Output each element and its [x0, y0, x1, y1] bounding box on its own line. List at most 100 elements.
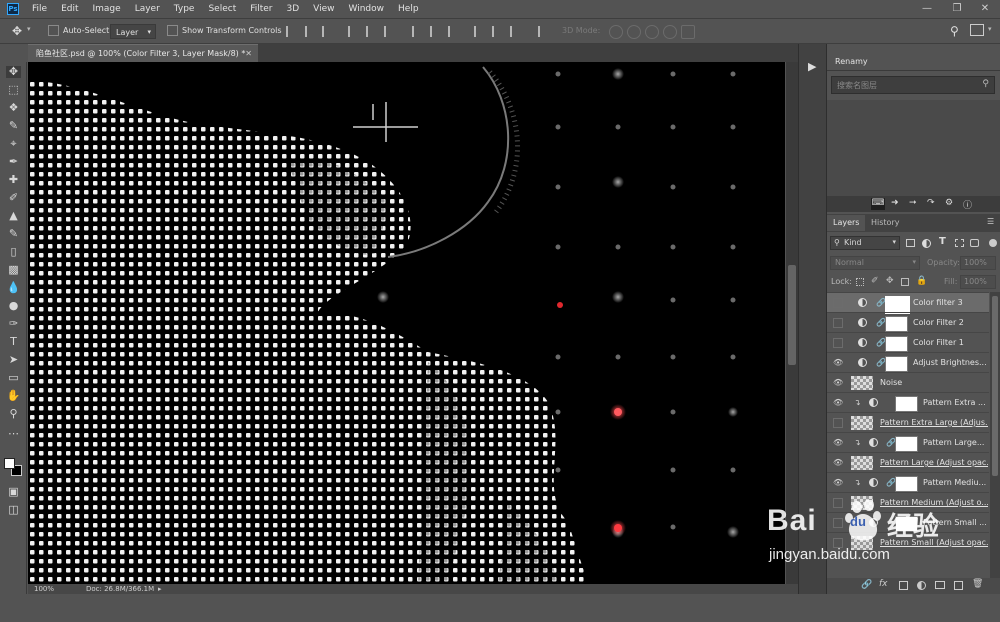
- chevron-down-icon[interactable]: ▾: [988, 25, 992, 33]
- zoom-tool-icon[interactable]: ⚲: [6, 408, 21, 420]
- layer-thumbnail[interactable]: [851, 416, 873, 430]
- layer-mask-thumbnail[interactable]: [885, 336, 908, 352]
- rectangle-tool-icon[interactable]: ▭: [6, 372, 21, 384]
- menu-image[interactable]: Image: [86, 0, 128, 18]
- pen-tool-icon[interactable]: ✑: [6, 318, 21, 330]
- menu-file[interactable]: File: [25, 0, 54, 18]
- screen-mode-icon[interactable]: ◫: [6, 504, 21, 516]
- auto-select-checkbox[interactable]: [48, 25, 59, 36]
- search-icon[interactable]: ⚲: [950, 24, 959, 38]
- 3d-roll-icon[interactable]: [627, 25, 641, 39]
- layer-name[interactable]: Pattern Large (Adjust opac...: [880, 453, 988, 473]
- close-tab-icon[interactable]: ✕: [245, 45, 252, 63]
- layer-row[interactable]: Pattern Extra Large (Adjus...: [827, 412, 989, 433]
- auto-align-icon[interactable]: [538, 26, 550, 37]
- layer-row[interactable]: 👁 Pattern Large (Adjust opac...: [827, 452, 989, 473]
- 3d-pan-icon[interactable]: [645, 25, 659, 39]
- play-icon[interactable]: ▶: [808, 60, 816, 73]
- foreground-color-swatch[interactable]: [4, 458, 15, 469]
- layer-row[interactable]: 👁 ↴ 🔗 Pattern Large...: [827, 432, 989, 453]
- lock-artboard-icon[interactable]: [901, 278, 909, 286]
- menu-help[interactable]: Help: [391, 0, 426, 18]
- eye-icon[interactable]: 👁: [833, 438, 843, 447]
- settings-icon[interactable]: ⚙: [945, 198, 953, 208]
- blend-mode-dropdown[interactable]: Normal ▾: [830, 256, 920, 270]
- distribute-center-icon[interactable]: [430, 26, 442, 37]
- new-adjustment-icon[interactable]: [917, 581, 926, 590]
- clone-stamp-tool-icon[interactable]: ▲: [6, 210, 21, 222]
- brush-tool-icon[interactable]: ✐: [6, 192, 21, 204]
- type-tool-icon[interactable]: T: [6, 336, 21, 348]
- layer-name[interactable]: Pattern Extra ...: [923, 393, 987, 413]
- workspace-icon[interactable]: [970, 24, 984, 36]
- menu-3d[interactable]: 3D: [280, 0, 307, 18]
- distribute-hcenter-icon[interactable]: [492, 26, 504, 37]
- layer-name[interactable]: Pattern Extra Large (Adjus...: [880, 413, 988, 433]
- filter-type-icon[interactable]: T: [939, 236, 946, 247]
- healing-tool-icon[interactable]: ✚: [6, 174, 21, 186]
- distribute-left-icon[interactable]: [474, 26, 486, 37]
- search-icon[interactable]: ⚲: [982, 79, 989, 89]
- menu-window[interactable]: Window: [342, 0, 392, 18]
- quick-mask-icon[interactable]: ▣: [6, 486, 21, 498]
- chevron-down-icon[interactable]: ▾: [27, 25, 31, 33]
- chevron-right-icon[interactable]: ▸: [158, 584, 162, 594]
- arrow-right-icon[interactable]: ➜: [891, 198, 899, 208]
- menu-edit[interactable]: Edit: [54, 0, 85, 18]
- fill-field[interactable]: 100%: [960, 275, 996, 289]
- filter-adjustment-icon[interactable]: [922, 239, 931, 248]
- visibility-toggle[interactable]: [833, 298, 843, 308]
- layer-row[interactable]: 👁 ↴ 🔗 Pattern Mediu...: [827, 472, 989, 493]
- align-right-icon[interactable]: [384, 26, 396, 37]
- document-canvas[interactable]: [28, 62, 785, 584]
- align-bottom-icon[interactable]: [322, 26, 334, 37]
- minimize-icon[interactable]: —: [912, 0, 942, 18]
- layer-row[interactable]: 👁 🔗 Adjust Brightnes...: [827, 352, 989, 373]
- transform-controls-option[interactable]: Show Transform Controls: [167, 25, 282, 37]
- scrollbar-thumb[interactable]: [992, 296, 998, 476]
- align-left-icon[interactable]: [348, 26, 360, 37]
- link-layers-icon[interactable]: 🔗: [861, 580, 872, 590]
- 3d-rotate-icon[interactable]: [609, 25, 623, 39]
- new-group-icon[interactable]: [935, 581, 945, 589]
- crop-tool-icon[interactable]: ⌖: [6, 138, 21, 150]
- add-mask-icon[interactable]: [899, 581, 908, 590]
- layer-name[interactable]: Noise: [880, 373, 980, 393]
- layer-mask-thumbnail[interactable]: [895, 396, 918, 412]
- layer-name[interactable]: Adjust Brightnes...: [913, 353, 987, 373]
- layer-name[interactable]: Pattern Large...: [923, 433, 987, 453]
- distribute-bottom-icon[interactable]: [448, 26, 460, 37]
- menu-type[interactable]: Type: [167, 0, 202, 18]
- layer-mask-thumbnail[interactable]: [885, 316, 908, 332]
- layer-name[interactable]: Color filter 3: [913, 293, 987, 313]
- layer-row[interactable]: 🔗 Color Filter 2: [827, 312, 989, 333]
- move-tool-icon[interactable]: ✥: [12, 24, 22, 38]
- visibility-toggle[interactable]: [833, 418, 843, 428]
- layer-row[interactable]: 👁 ↴ Pattern Extra ...: [827, 392, 989, 413]
- photoshop-logo-icon[interactable]: Ps: [7, 3, 19, 15]
- eraser-tool-icon[interactable]: ▯: [6, 246, 21, 258]
- filter-smart-object-icon[interactable]: [970, 239, 979, 247]
- auto-select-option[interactable]: Auto-Select:: [48, 25, 112, 37]
- eye-icon[interactable]: 👁: [833, 378, 843, 387]
- layer-mask-thumbnail[interactable]: [895, 436, 918, 452]
- eye-icon[interactable]: 👁: [833, 458, 843, 467]
- layer-row[interactable]: 🔗 Color Filter 1: [827, 332, 989, 353]
- renamy-rename-icon[interactable]: ⌨: [871, 198, 885, 210]
- eye-icon[interactable]: 👁: [833, 478, 843, 487]
- filter-toggle-icon[interactable]: [989, 239, 997, 247]
- align-top-icon[interactable]: [286, 26, 298, 37]
- tab-history[interactable]: History: [865, 215, 905, 231]
- quick-select-tool-icon[interactable]: ✎: [6, 120, 21, 132]
- delete-layer-icon[interactable]: 🗑: [972, 579, 983, 589]
- align-horizontal-center-icon[interactable]: [366, 26, 378, 37]
- align-vertical-center-icon[interactable]: [305, 26, 317, 37]
- new-layer-icon[interactable]: [954, 581, 963, 590]
- filter-shape-icon[interactable]: [955, 239, 964, 247]
- lock-transparency-icon[interactable]: [856, 278, 864, 286]
- more-tools-icon[interactable]: ⋯: [6, 428, 21, 440]
- close-icon[interactable]: ✕: [970, 0, 1000, 18]
- menu-filter[interactable]: Filter: [243, 0, 279, 18]
- layer-filter-dropdown[interactable]: ⚲ Kind ▾: [830, 236, 900, 250]
- visibility-toggle[interactable]: [833, 318, 843, 328]
